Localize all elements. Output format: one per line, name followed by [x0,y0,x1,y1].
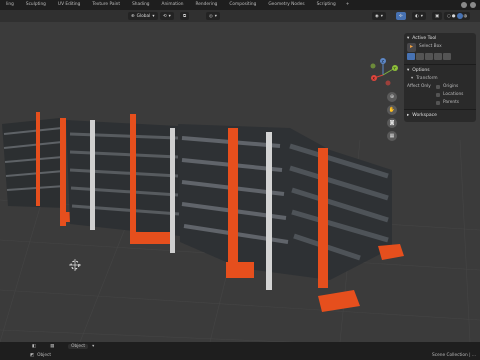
snap-toggle[interactable]: ⧉ [180,12,190,20]
tab-shading[interactable]: Shading [126,0,155,10]
workspace-tabs-bar: ling Sculpting UV Editing Texture Paint … [0,0,480,10]
transform-subheader[interactable]: ▾ Transform [407,75,473,83]
chevron-down-icon: ▾ [214,13,217,19]
tab-layout[interactable]: ling [0,0,20,10]
parents-checkbox[interactable] [436,101,440,105]
rendered-shading-icon[interactable]: ◍ [464,14,468,19]
chevron-down-icon: ▾ [407,36,410,41]
gizmo-toggle[interactable]: ✣ [396,12,406,20]
parents-label: Parents [443,100,459,105]
tab-uv-editing[interactable]: UV Editing [52,0,86,10]
mode-chevron-icon: ▾ [92,344,95,349]
gizmo-icon: ✣ [399,13,403,19]
active-tool-header[interactable]: ▾ Active Tool [407,35,473,43]
pivot-dropdown[interactable]: ⟲ ▾ [160,12,174,20]
active-tool-section: ▾ Active Tool ▸ Select Box [404,33,476,65]
rack-module-middle [66,114,180,253]
camera-icon[interactable]: ◙ [387,118,397,128]
wireframe-shading-icon[interactable]: ○ [447,14,451,19]
active-tool-row: ▸ Select Box [407,42,473,52]
workspace-header[interactable]: ▸ Workspace [407,112,473,120]
chevron-down-icon: ▾ [411,76,414,81]
navigation-gizmo[interactable]: Z Y X [366,58,400,92]
material-shading-icon[interactable] [456,13,463,19]
tab-texture-paint[interactable]: Texture Paint [86,0,126,10]
locations-label: Locations [443,92,464,97]
active-tool-title: Active Tool [412,36,437,41]
zoom-icon[interactable]: ⊕ [387,92,397,102]
origins-checkbox[interactable] [436,85,440,89]
add-workspace-button[interactable]: + [342,0,354,10]
select-status-icon: ◩ [30,353,35,358]
active-tool-label: Select Box [419,44,442,49]
tab-geometry-nodes[interactable]: Geometry Nodes [262,0,310,10]
select-new-icon[interactable] [407,53,415,60]
orientation-label: Global [136,13,151,19]
status-object-label: Object [37,353,52,358]
locations-checkbox[interactable] [436,93,440,97]
snap-icon: ⧉ [183,13,187,19]
affect-only-label: Affect Only [407,84,431,89]
select-extend-icon[interactable] [416,53,424,60]
origins-label: Origins [443,84,459,89]
parents-row: Parents [407,99,473,107]
tab-scripting[interactable]: Scripting [311,0,342,10]
collection-info: Scene Collection | ... [432,353,476,358]
pan-hand-icon[interactable]: ✋ [387,105,397,115]
select-box-icon[interactable]: ▸ [407,42,416,52]
affect-only-origins-row: Affect Only Origins [407,83,473,91]
transform-title: Transform [416,76,438,81]
chevron-down-icon: ▾ [168,13,171,19]
visibility-dropdown[interactable]: ◉ ▾ [372,12,386,20]
options-section: ▾ Options ▾ Transform Affect Only Origin… [404,65,476,110]
selection-mode-buttons [407,51,473,62]
select-invert-icon[interactable] [434,53,442,60]
options-title: Options [412,68,430,73]
rack-module-front [178,124,404,312]
select-intersect-icon[interactable] [443,53,451,60]
mouse-icon: ◧ [32,344,37,349]
status-bar: ◧ ▦ Object ▾ ◩ Object Scene Collection |… [0,342,480,360]
grid-perspective-icon[interactable]: ▦ [387,131,397,141]
overlays-dropdown[interactable]: ◐ ▾ [412,12,426,20]
workspace-title: Workspace [412,113,437,118]
workspace-section: ▸ Workspace [404,110,476,122]
tab-compositing[interactable]: Compositing [223,0,262,10]
view-icon: ▦ [50,344,55,349]
scene-controls [461,2,476,8]
mode-dropdown[interactable]: Object [68,344,89,349]
view-layer-icon[interactable] [470,2,476,8]
sidebar-n-panel: ▾ Active Tool ▸ Select Box ▾ Options ▾ T… [404,33,476,122]
eye-icon: ◉ [375,13,379,19]
chevron-down-icon: ▾ [152,13,155,19]
proportional-edit-toggle[interactable]: ◎ ▾ [206,12,220,20]
tab-sculpting[interactable]: Sculpting [20,0,52,10]
orientation-icon: ⊕ [131,13,135,19]
shading-modes: ○ ● ◍ [444,12,471,20]
mode-row: ◧ ▦ Object ▾ [0,342,480,351]
transform-orientation-dropdown[interactable]: ⊕ Global ▾ [128,12,158,20]
viewport-nav-buttons: ⊕ ✋ ◙ ▦ [387,92,397,141]
options-header[interactable]: ▾ Options [407,67,473,75]
overlays-icon: ◐ [415,13,419,19]
info-row: ◩ Object Scene Collection | ... [0,351,480,360]
tab-rendering[interactable]: Rendering [189,0,223,10]
xray-toggle[interactable]: ▣ [432,12,443,20]
chevron-down-icon: ▾ [420,13,423,19]
xray-icon: ▣ [435,13,440,19]
chevron-down-icon: ▾ [380,13,383,19]
select-subtract-icon[interactable] [425,53,433,60]
tab-animation[interactable]: Animation [156,0,190,10]
pivot-icon: ⟲ [163,13,167,19]
solid-shading-icon[interactable]: ● [452,14,456,19]
object-mode-label: Object [71,344,86,349]
proportional-icon: ◎ [209,13,213,19]
chevron-right-icon: ▸ [407,113,410,118]
locations-row: Locations [407,91,473,99]
chevron-down-icon: ▾ [407,68,410,73]
scene-icon[interactable] [461,2,467,8]
3d-cursor[interactable] [69,259,81,271]
